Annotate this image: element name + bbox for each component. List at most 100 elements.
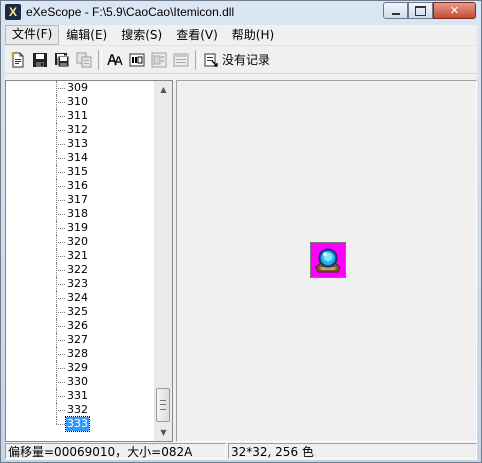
id-icon	[129, 53, 145, 66]
menu-disabled-icon	[173, 53, 189, 66]
tree-item-label: 314	[67, 151, 88, 164]
tree-item[interactable]: 326	[6, 319, 156, 333]
resource-tree[interactable]: 309 310 311 312 313 314 315 316 317 318 319 320 321 3…	[5, 80, 173, 442]
tree-item[interactable]: 311	[6, 109, 156, 123]
status-bar: 偏移量=00069010，大小=082A 32*32, 256 色	[5, 443, 477, 460]
menu-editor-button[interactable]	[172, 51, 190, 69]
menu-file[interactable]: 文件(F)	[5, 25, 60, 45]
tree-item-label: 315	[67, 165, 88, 178]
tree-item[interactable]: 321	[6, 249, 156, 263]
tree-item[interactable]: 332	[6, 403, 156, 417]
menu-edit[interactable]: 编辑(E)	[59, 26, 114, 44]
menu-search[interactable]: 搜索(S)	[114, 26, 169, 44]
minimize-icon	[391, 12, 400, 15]
tree-item[interactable]: 318	[6, 207, 156, 221]
close-icon: ✕	[449, 4, 460, 17]
tree-item[interactable]: 315	[6, 165, 156, 179]
tree-item[interactable]: 329	[6, 361, 156, 375]
tree-line	[56, 396, 65, 397]
tree-line	[56, 312, 65, 313]
vertical-scrollbar[interactable]: ▲ ▼	[154, 81, 172, 441]
tree-item[interactable]: 320	[6, 235, 156, 249]
tree-item[interactable]: 322	[6, 263, 156, 277]
title-bar[interactable]: X eXeScope - F:\5.9\CaoCao\Itemicon.dll …	[1, 1, 481, 25]
menu-view[interactable]: 查看(V)	[169, 26, 225, 44]
tree-item[interactable]: 327	[6, 333, 156, 347]
id-button[interactable]	[128, 51, 146, 69]
save-all-button[interactable]	[53, 51, 71, 69]
tree-item[interactable]: 317	[6, 193, 156, 207]
tree-item[interactable]: 310	[6, 95, 156, 109]
tree-item[interactable]: 313	[6, 137, 156, 151]
down-arrow-icon: ▼	[160, 428, 167, 437]
tree-item[interactable]: 319	[6, 221, 156, 235]
tree-line	[56, 186, 65, 187]
dialog-disabled-icon	[151, 52, 167, 67]
maximize-button[interactable]	[408, 2, 433, 19]
tree-line	[56, 172, 65, 173]
caption-buttons: ✕	[383, 2, 476, 19]
font-button[interactable]	[106, 51, 124, 69]
dialog-button[interactable]	[150, 51, 168, 69]
tree-item-label: 325	[67, 305, 88, 318]
status-image-info: 32*32, 256 色	[228, 443, 477, 459]
main-window: X eXeScope - F:\5.9\CaoCao\Itemicon.dll …	[0, 0, 482, 463]
tree-line	[56, 256, 65, 257]
tree-item[interactable]: 328	[6, 347, 156, 361]
save-icon	[33, 52, 47, 67]
tree-item[interactable]: 316	[6, 179, 156, 193]
tree-item[interactable]: 333	[6, 416, 156, 432]
tree-line	[56, 410, 65, 411]
tree-line	[56, 298, 65, 299]
close-button[interactable]: ✕	[433, 2, 476, 19]
app-icon[interactable]: X	[5, 4, 21, 20]
tree-line	[56, 116, 65, 117]
menu-help[interactable]: 帮助(H)	[225, 26, 281, 44]
tree-line	[56, 200, 65, 201]
maximize-icon	[415, 5, 426, 16]
save-button[interactable]	[31, 51, 49, 69]
client-area: 文件(F) 编辑(E) 搜索(S) 查看(V) 帮助(H) 没有记录 309 3…	[5, 25, 477, 460]
tree-item-label: 324	[67, 291, 88, 304]
tree-item-label: 333	[65, 416, 90, 432]
tree-list: 309 310 311 312 313 314 315 316 317 318 319 320 321 3…	[6, 81, 156, 432]
tree-item-label: 317	[67, 193, 88, 206]
font-icon	[107, 53, 123, 65]
minimize-button[interactable]	[383, 2, 408, 19]
tree-line	[56, 382, 65, 383]
icon-preview	[310, 242, 346, 278]
window-title: eXeScope - F:\5.9\CaoCao\Itemicon.dll	[26, 5, 235, 19]
tree-item[interactable]: 331	[6, 389, 156, 403]
status-offset-size: 偏移量=00069010，大小=082A	[5, 443, 226, 459]
new-file-button[interactable]	[9, 51, 27, 69]
tree-item-label: 330	[67, 375, 88, 388]
tree-item-label: 319	[67, 221, 88, 234]
tree-item[interactable]: 324	[6, 291, 156, 305]
scroll-down-button[interactable]: ▼	[155, 424, 172, 441]
tree-item[interactable]: 309	[6, 81, 156, 95]
grip-icon	[160, 400, 166, 410]
tree-item[interactable]: 330	[6, 375, 156, 389]
scroll-thumb[interactable]	[156, 388, 170, 422]
tree-line	[56, 158, 65, 159]
tree-item-label: 323	[67, 277, 88, 290]
tree-item[interactable]: 314	[6, 151, 156, 165]
new-file-icon	[10, 51, 24, 67]
tree-item-label: 313	[67, 137, 88, 150]
copy-button[interactable]	[75, 51, 93, 69]
tree-item[interactable]: 325	[6, 305, 156, 319]
tree-item-label: 310	[67, 95, 88, 108]
tree-line	[56, 340, 65, 341]
tree-line	[56, 228, 65, 229]
tree-item-label: 322	[67, 263, 88, 276]
history-icon	[204, 53, 218, 67]
tree-item[interactable]: 323	[6, 277, 156, 291]
scroll-up-button[interactable]: ▲	[155, 81, 172, 98]
crystal-ball-icon	[311, 243, 345, 277]
toolbar: 没有记录	[5, 46, 477, 74]
tree-item[interactable]: 312	[6, 123, 156, 137]
tree-item-label: 309	[67, 81, 88, 94]
tree-item-label: 332	[67, 403, 88, 416]
tree-line	[56, 424, 65, 425]
history-button[interactable]: 没有记录	[203, 51, 270, 68]
